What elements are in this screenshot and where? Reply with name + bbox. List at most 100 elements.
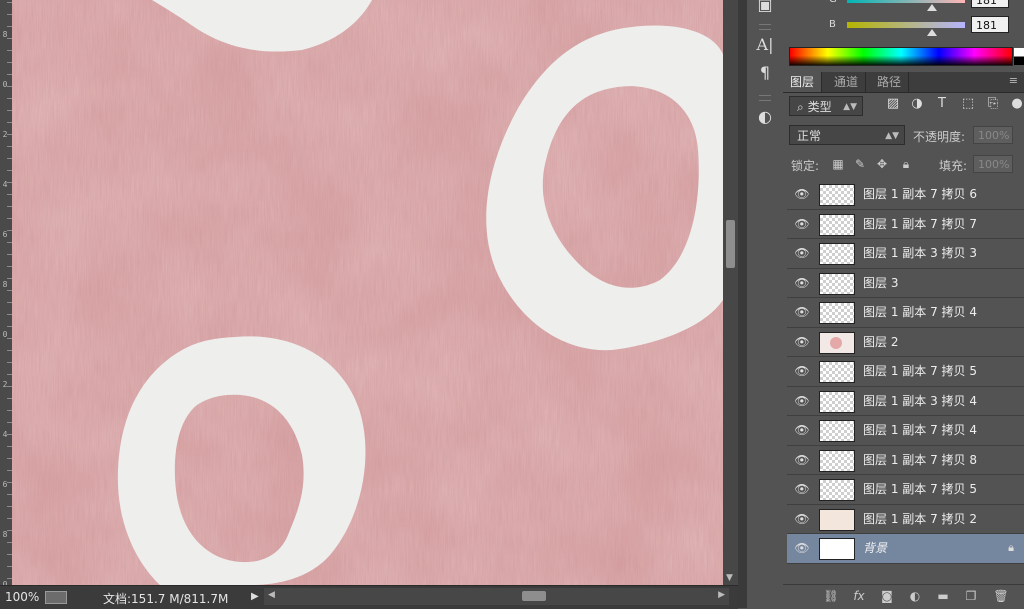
opacity-field[interactable]: 100% — [973, 126, 1013, 144]
fx-icon[interactable]: fx — [851, 588, 867, 604]
layer-thumbnail[interactable] — [819, 449, 855, 472]
new-layer-icon[interactable]: ❐ — [963, 588, 979, 604]
layer-row[interactable]: 👁︎ 图层 1 副本 7 拷贝 5 — [787, 357, 1024, 387]
delete-icon[interactable]: 🗑︎ — [993, 588, 1009, 604]
smart-object-filter-icon[interactable]: ⎘ — [985, 97, 1001, 111]
layer-name[interactable]: 图层 1 副本 7 拷贝 5 — [863, 357, 977, 385]
layer-name[interactable]: 图层 1 副本 7 拷贝 6 — [863, 180, 977, 208]
layer-thumbnail[interactable] — [819, 508, 855, 531]
layer-thumbnail[interactable] — [819, 272, 855, 295]
layer-name[interactable]: 图层 1 副本 3 拷贝 4 — [863, 387, 977, 415]
histogram-icon[interactable]: ▣ — [753, 0, 777, 16]
g-value-field[interactable]: 181 — [971, 0, 1009, 8]
visibility-eye-icon[interactable]: 👁︎ — [791, 269, 813, 297]
layer-filter-dropdown[interactable]: ⌕ 类型 ▲▼ — [789, 96, 863, 116]
layer-thumbnail[interactable] — [819, 184, 855, 206]
layer-row[interactable]: 👁︎ 图层 1 副本 7 拷贝 4 — [787, 416, 1024, 446]
layer-name[interactable]: 图层 1 副本 7 拷贝 2 — [863, 505, 977, 533]
scroll-left-arrow-icon[interactable]: ◀ — [268, 590, 275, 600]
vertical-scrollbar[interactable]: ▼ — [723, 0, 738, 585]
black-white-swatch[interactable] — [1014, 48, 1024, 65]
group-icon[interactable]: ▬ — [935, 588, 951, 604]
lock-transparent-icon[interactable]: ▦ — [831, 157, 845, 171]
b-slider-knob[interactable] — [927, 29, 937, 36]
visibility-eye-icon[interactable]: 👁︎ — [791, 446, 813, 474]
shape-filter-icon[interactable]: ⬚ — [960, 97, 976, 111]
layer-row[interactable]: 👁︎ 图层 1 副本 3 拷贝 4 — [787, 386, 1024, 416]
layer-name[interactable]: 图层 1 副本 3 拷贝 3 — [863, 239, 977, 267]
visibility-eye-icon[interactable]: 👁︎ — [791, 180, 813, 208]
strip-grip[interactable] — [759, 24, 771, 30]
visibility-eye-icon[interactable]: 👁︎ — [791, 534, 813, 562]
lock-paint-icon[interactable]: ✎ — [853, 157, 867, 171]
visibility-eye-icon[interactable]: 👁︎ — [791, 298, 813, 326]
layer-thumbnail[interactable] — [819, 213, 855, 236]
visibility-eye-icon[interactable]: 👁︎ — [791, 239, 813, 267]
layer-row[interactable]: 👁︎ 图层 1 副本 3 拷贝 3 — [787, 239, 1024, 269]
mask-icon[interactable]: ◙ — [879, 588, 895, 604]
layer-name[interactable]: 图层 1 副本 7 拷贝 4 — [863, 416, 977, 444]
visibility-eye-icon[interactable]: 👁︎ — [791, 475, 813, 503]
type-filter-icon[interactable]: T — [934, 97, 950, 111]
layer-row[interactable]: 👁︎ 图层 1 副本 7 拷贝 5 — [787, 475, 1024, 505]
layer-thumbnail[interactable] — [819, 243, 855, 265]
character-icon[interactable]: A| — [753, 34, 777, 56]
horizontal-scroll-thumb[interactable] — [522, 591, 546, 601]
layer-name[interactable]: 图层 1 副本 7 拷贝 7 — [863, 210, 977, 238]
vertical-scroll-thumb[interactable] — [726, 220, 735, 268]
document-canvas[interactable] — [12, 0, 723, 585]
zoom-level[interactable]: 100% — [5, 590, 39, 604]
layer-row[interactable]: 👁︎ 背景 🔒︎ — [787, 534, 1024, 564]
layer-name[interactable]: 图层 1 副本 7 拷贝 5 — [863, 475, 977, 503]
g-slider-knob[interactable] — [927, 4, 937, 11]
layer-row[interactable]: 👁︎ 图层 1 副本 7 拷贝 2 — [787, 504, 1024, 534]
layer-thumbnail[interactable] — [819, 420, 855, 442]
adjustment-layer-icon[interactable]: ◐ — [907, 588, 923, 604]
blend-mode-dropdown[interactable]: 正常 ▲▼ — [789, 125, 905, 145]
layer-thumbnail[interactable] — [819, 390, 855, 413]
b-value-field[interactable]: 181 — [971, 16, 1009, 33]
adjustment-filter-icon[interactable]: ◑ — [909, 97, 925, 111]
layer-row[interactable]: 👁︎ 图层 1 副本 7 拷贝 6 — [787, 180, 1024, 210]
strip-grip-2[interactable] — [759, 95, 771, 101]
panel-menu-icon[interactable]: ≡ — [1009, 74, 1018, 87]
color-spectrum-bar[interactable] — [789, 47, 1024, 66]
preview-toggle-icon[interactable] — [45, 591, 67, 604]
lock-all-icon[interactable]: 🔒︎ — [899, 157, 913, 171]
tab-channels[interactable]: 通道 — [827, 72, 867, 92]
paragraph-icon[interactable]: ¶ — [753, 62, 777, 84]
tab-paths[interactable]: 路径 — [870, 72, 910, 92]
visibility-eye-icon[interactable]: 👁︎ — [791, 387, 813, 415]
layer-row[interactable]: 👁︎ 图层 1 副本 7 拷贝 8 — [787, 445, 1024, 475]
status-menu-arrow-icon[interactable]: ▶ — [251, 591, 259, 602]
layer-name[interactable]: 图层 2 — [863, 328, 898, 356]
link-layers-icon[interactable]: ⛓ — [823, 588, 839, 604]
layer-thumbnail[interactable] — [819, 361, 855, 383]
horizontal-scrollbar[interactable]: ◀ ▶ — [264, 588, 729, 605]
layer-thumbnail[interactable] — [819, 479, 855, 501]
layer-name[interactable]: 图层 1 副本 7 拷贝 4 — [863, 298, 977, 326]
layer-name[interactable]: 背景 — [863, 534, 887, 562]
scroll-down-arrow-icon[interactable]: ▼ — [726, 573, 733, 583]
color-slider-b[interactable]: B 181 — [783, 16, 1024, 37]
visibility-eye-icon[interactable]: 👁︎ — [791, 210, 813, 238]
layer-name[interactable]: 图层 1 副本 7 拷贝 8 — [863, 446, 977, 474]
scroll-right-arrow-icon[interactable]: ▶ — [718, 590, 725, 600]
layer-thumbnail[interactable] — [819, 538, 855, 560]
fill-field[interactable]: 100% — [973, 155, 1013, 173]
g-slider-track[interactable] — [847, 0, 965, 3]
color-slider-g[interactable]: G 181 — [783, 0, 1024, 12]
tab-layers[interactable]: 图层 — [783, 72, 823, 92]
layer-thumbnail[interactable] — [819, 331, 855, 354]
visibility-eye-icon[interactable]: 👁︎ — [791, 328, 813, 356]
layer-row[interactable]: 👁︎ 图层 1 副本 7 拷贝 4 — [787, 298, 1024, 328]
filter-toggle-icon[interactable]: ● — [1009, 97, 1024, 111]
layer-row[interactable]: 👁︎ 图层 3 — [787, 268, 1024, 298]
image-filter-icon[interactable]: ▨ — [885, 97, 901, 111]
adjustments-icon[interactable]: ◐ — [753, 106, 777, 128]
lock-position-icon[interactable]: ✥ — [875, 157, 889, 171]
layer-thumbnail[interactable] — [819, 302, 855, 324]
layer-row[interactable]: 👁︎ 图层 2 — [787, 327, 1024, 357]
visibility-eye-icon[interactable]: 👁︎ — [791, 505, 813, 533]
layer-name[interactable]: 图层 3 — [863, 269, 898, 297]
